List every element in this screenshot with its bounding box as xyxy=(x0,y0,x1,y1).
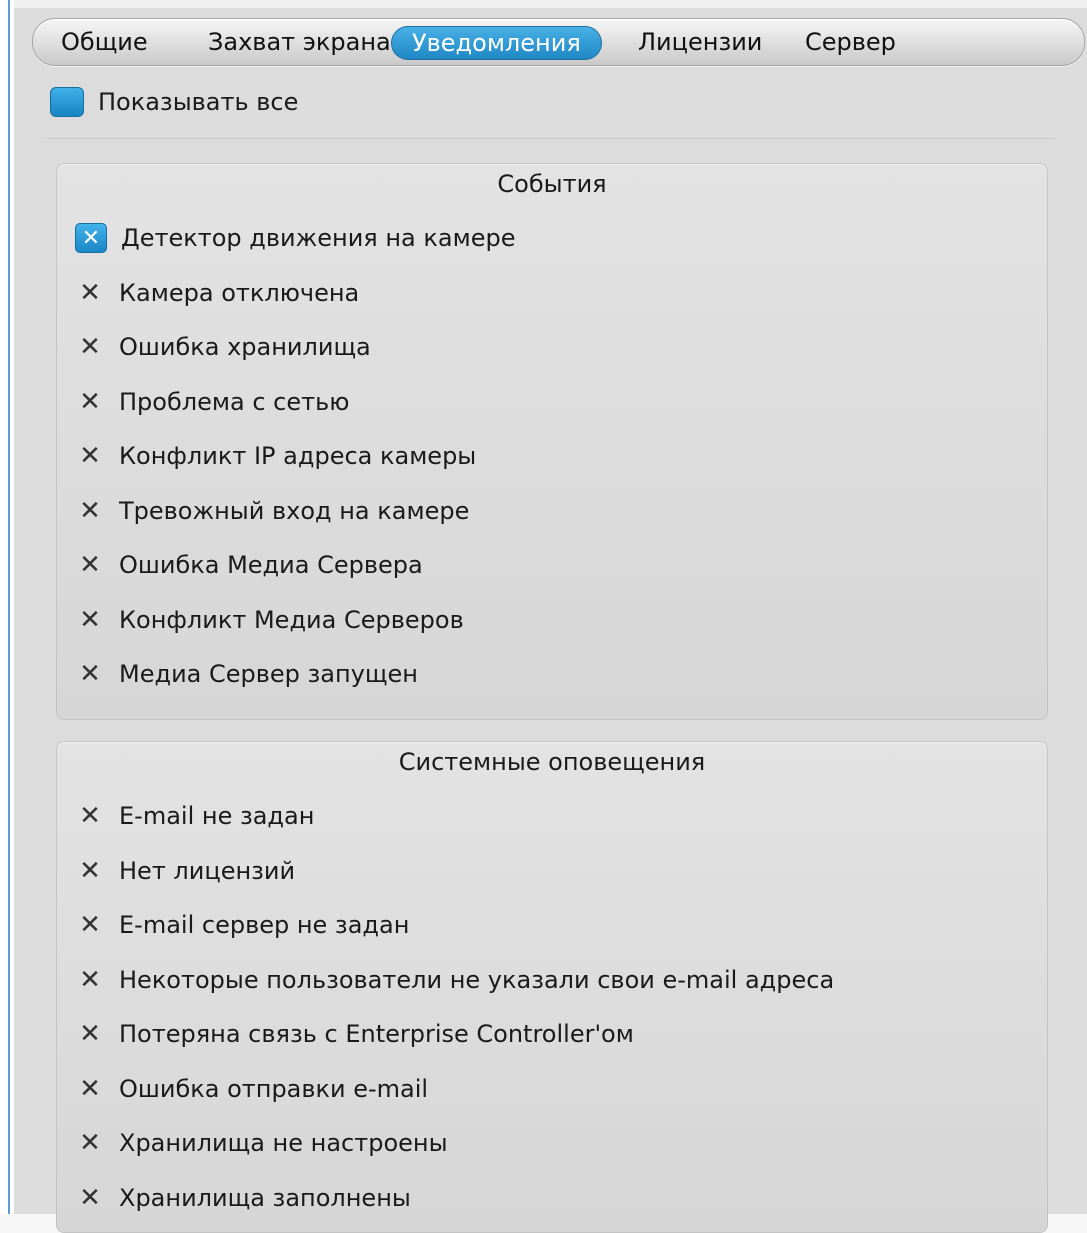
event-item-label: Детектор движения на камере xyxy=(121,224,516,252)
event-item-media-server-conflict[interactable]: ✕ Конфликт Медиа Серверов xyxy=(75,600,464,640)
alert-item-no-licenses[interactable]: ✕ Нет лицензий xyxy=(75,851,295,891)
tab-licenses[interactable]: Лицензии xyxy=(618,26,782,58)
alert-item-label: Хранилища заполнены xyxy=(119,1184,411,1212)
event-item-ip-conflict[interactable]: ✕ Конфликт IP адреса камеры xyxy=(75,436,476,476)
tab-general[interactable]: Общие xyxy=(41,26,168,58)
checked-x-icon[interactable]: ✕ xyxy=(75,223,107,253)
alert-item-label: Некоторые пользователи не указали свои e… xyxy=(119,966,835,994)
window-edge-line xyxy=(8,0,10,1214)
show-all-label: Показывать все xyxy=(98,88,299,116)
event-item-label: Конфликт Медиа Серверов xyxy=(119,606,464,634)
x-icon[interactable]: ✕ xyxy=(75,441,105,471)
x-icon[interactable]: ✕ xyxy=(75,387,105,417)
window-edge xyxy=(0,0,14,1214)
event-item-label: Ошибка Медиа Сервера xyxy=(119,551,423,579)
event-item-label: Тревожный вход на камере xyxy=(119,497,470,525)
event-item-label: Ошибка хранилища xyxy=(119,333,371,361)
event-item-alarm-input[interactable]: ✕ Тревожный вход на камере xyxy=(75,491,469,531)
show-all-checkbox[interactable] xyxy=(50,87,84,117)
x-icon[interactable]: ✕ xyxy=(75,1183,105,1213)
event-item-label: Проблема с сетью xyxy=(119,388,350,416)
x-icon[interactable]: ✕ xyxy=(75,1074,105,1104)
alert-item-storage-full[interactable]: ✕ Хранилища заполнены xyxy=(75,1178,411,1218)
notifications-settings-panel: Общие Захват экрана Уведомления Лицензии… xyxy=(14,0,1087,1233)
event-item-media-server-started[interactable]: ✕ Медиа Сервер запущен xyxy=(75,654,418,694)
event-item-camera-disconnected[interactable]: ✕ Камера отключена xyxy=(75,273,359,313)
x-icon[interactable]: ✕ xyxy=(75,801,105,831)
x-icon[interactable]: ✕ xyxy=(75,550,105,580)
event-item-label: Камера отключена xyxy=(119,279,360,307)
x-icon[interactable]: ✕ xyxy=(75,605,105,635)
x-icon[interactable]: ✕ xyxy=(75,659,105,689)
x-icon[interactable]: ✕ xyxy=(75,332,105,362)
event-item-label: Конфликт IP адреса камеры xyxy=(119,442,477,470)
alert-item-label: Ошибка отправки e-mail xyxy=(119,1075,429,1103)
show-all-toggle[interactable]: Показывать все xyxy=(50,84,298,120)
event-item-motion-detector[interactable]: ✕ Детектор движения на камере xyxy=(75,218,515,258)
event-item-storage-error[interactable]: ✕ Ошибка хранилища xyxy=(75,327,371,367)
alert-item-storage-not-configured[interactable]: ✕ Хранилища не настроены xyxy=(75,1123,448,1163)
tab-server[interactable]: Сервер xyxy=(785,26,916,58)
x-icon[interactable]: ✕ xyxy=(75,1128,105,1158)
events-group: События ✕ Детектор движения на камере ✕ … xyxy=(56,163,1048,720)
alert-item-label: E-mail не задан xyxy=(119,802,315,830)
x-icon[interactable]: ✕ xyxy=(75,278,105,308)
event-item-network-issue[interactable]: ✕ Проблема с сетью xyxy=(75,382,349,422)
x-icon[interactable]: ✕ xyxy=(75,856,105,886)
alert-item-email-not-set[interactable]: ✕ E-mail не задан xyxy=(75,796,314,836)
alert-item-email-send-error[interactable]: ✕ Ошибка отправки e-mail xyxy=(75,1069,428,1109)
event-item-media-server-error[interactable]: ✕ Ошибка Медиа Сервера xyxy=(75,545,423,585)
alert-item-label: Хранилища не настроены xyxy=(119,1129,448,1157)
alert-item-label: E-mail сервер не задан xyxy=(119,911,410,939)
system-alerts-group: Системные оповещения ✕ E-mail не задан ✕… xyxy=(56,741,1048,1233)
events-group-title: События xyxy=(497,170,607,198)
alert-item-label: Потеряна связь с Enterprise Controller'о… xyxy=(119,1020,634,1048)
alert-item-email-server-not-set[interactable]: ✕ E-mail сервер не задан xyxy=(75,905,409,945)
divider xyxy=(46,138,1055,139)
x-icon[interactable]: ✕ xyxy=(75,965,105,995)
panel-top-edge xyxy=(14,0,1087,8)
alert-item-users-missing-email[interactable]: ✕ Некоторые пользователи не указали свои… xyxy=(75,960,834,1000)
tab-screen-capture[interactable]: Захват экрана xyxy=(188,26,411,58)
x-icon[interactable]: ✕ xyxy=(75,910,105,940)
alert-item-label: Нет лицензий xyxy=(119,857,296,885)
system-alerts-group-title: Системные оповещения xyxy=(398,748,706,776)
x-icon[interactable]: ✕ xyxy=(75,496,105,526)
event-item-label: Медиа Сервер запущен xyxy=(119,660,418,688)
alert-item-ec-connection-lost[interactable]: ✕ Потеряна связь с Enterprise Controller… xyxy=(75,1014,634,1054)
x-icon[interactable]: ✕ xyxy=(75,1019,105,1049)
tab-notifications[interactable]: Уведомления xyxy=(391,26,602,60)
settings-tab-bar: Общие Захват экрана Уведомления Лицензии… xyxy=(32,18,1085,66)
